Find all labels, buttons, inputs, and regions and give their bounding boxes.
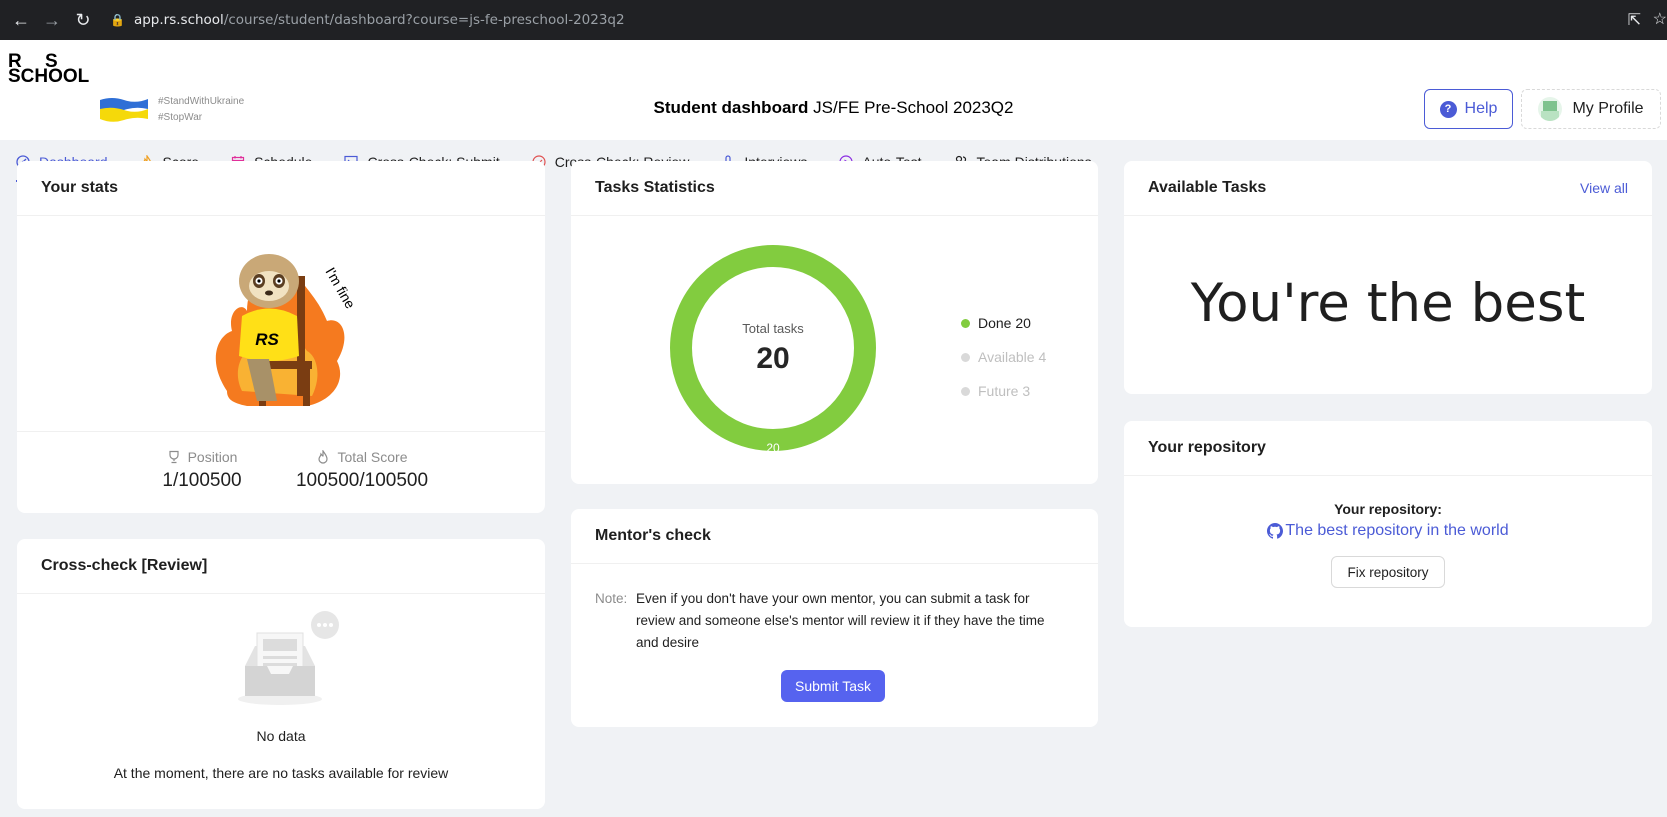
avatar: [1538, 97, 1563, 121]
card-header: Cross-check [Review]: [17, 539, 545, 594]
divider: [17, 431, 545, 432]
card-header: Available Tasks View all: [1124, 161, 1652, 216]
legend-item[interactable]: Available 4: [961, 340, 1046, 374]
total-score-stat: Total Score 100500/100500: [282, 449, 442, 492]
page-title: Student dashboard JS/FE Pre-School 2023Q…: [0, 98, 1667, 118]
legend-item[interactable]: Future 3: [961, 374, 1046, 408]
cross-check-review-card: Cross-check [Review] No data At the mome…: [17, 539, 545, 809]
available-tasks-message: You're the best: [1190, 273, 1586, 334]
fix-repository-button[interactable]: Fix repository: [1331, 556, 1445, 588]
donut-center-label: Total tasks: [742, 321, 804, 336]
legend-item[interactable]: Done 20: [961, 306, 1046, 340]
legend-label: Available 4: [978, 349, 1047, 365]
sloth-im-fine-sticker: RS I'm fine: [215, 254, 359, 406]
donut-ring-label: 20: [766, 441, 780, 455]
legend-label: Done 20: [978, 315, 1031, 331]
address-bar[interactable]: 🔒 app.rs.school/course/student/dashboard…: [110, 12, 625, 28]
card-title: Mentor's check: [595, 527, 711, 544]
tasks-statistics-card: Tasks Statistics Total tasks 20 20 Done …: [571, 161, 1098, 484]
note-label: Note:: [595, 591, 628, 606]
back-arrow-icon[interactable]: ←: [8, 7, 34, 33]
tasks-donut-chart: Total tasks 20 20: [670, 245, 876, 455]
fire-icon: [318, 450, 329, 464]
view-all-link[interactable]: View all: [1580, 180, 1628, 196]
url-host: app.rs.school: [133, 12, 224, 28]
url-path: /course/student/dashboard?course=js-fe-p…: [223, 12, 625, 28]
total-score-value: 100500/100500: [295, 470, 429, 491]
card-title: Tasks Statistics: [595, 179, 715, 196]
position-value: 1/100500: [162, 470, 242, 491]
submit-task-button[interactable]: Submit Task: [781, 670, 885, 702]
course-name: JS/FE Pre-School 2023Q2: [813, 98, 1014, 117]
your-repository-card: Your repository Your repository: The bes…: [1124, 421, 1652, 627]
sticker-shirt-text: RS: [255, 330, 279, 349]
card-title: Your stats: [41, 179, 119, 196]
tasks-legend: Done 20 Available 4 Future 3: [961, 306, 1046, 408]
note-text: Even if you don't have your own mentor, …: [636, 591, 1045, 650]
reload-icon[interactable]: ↻: [70, 7, 96, 33]
repository-label: Your repository:: [1334, 501, 1442, 517]
forward-arrow-icon[interactable]: →: [39, 7, 65, 33]
trophy-icon: [168, 450, 179, 464]
bookmark-star-icon[interactable]: ☆: [1653, 9, 1667, 29]
page-title-main: Student dashboard: [653, 98, 809, 117]
share-icon[interactable]: ⇱: [1628, 10, 1641, 30]
card-header: Tasks Statistics: [571, 161, 1098, 216]
card-title: Cross-check [Review]: [41, 557, 208, 574]
donut-center-value: 20: [756, 342, 789, 375]
card-title: Available Tasks: [1148, 179, 1267, 196]
card-title: Your repository: [1148, 439, 1266, 456]
card-header: Your stats: [17, 161, 545, 216]
sticker-caption: I'm fine: [322, 265, 358, 312]
card-header: Mentor's check: [571, 509, 1098, 564]
legend-dot: [961, 352, 970, 362]
legend-label: Future 3: [978, 383, 1031, 399]
browser-toolbar: ← → ↻ 🔒 app.rs.school/course/student/das…: [0, 0, 1667, 40]
legend-dot: [961, 318, 970, 328]
mentors-check-card: Mentor's check Note: Even if you don't h…: [571, 509, 1098, 727]
no-data-title: No data: [256, 728, 306, 744]
no-data-message: At the moment, there are no tasks availa…: [113, 765, 449, 781]
mentor-note: Note: Even if you don't have your own me…: [595, 588, 1066, 654]
your-stats-card: Your stats RS I'm fine Position 1/100500…: [17, 161, 545, 513]
rs-school-logo[interactable]: R S SCHOOL: [8, 52, 89, 86]
my-profile-button[interactable]: My Profile: [1521, 89, 1661, 129]
question-icon: ?: [1439, 100, 1457, 118]
help-button[interactable]: ? Help: [1424, 89, 1513, 129]
github-icon: [1267, 523, 1284, 539]
repository-link[interactable]: The best repository in the world: [1124, 522, 1652, 540]
position-stat: Position 1/100500: [132, 449, 272, 492]
available-tasks-card: Available Tasks View all You're the best: [1124, 161, 1652, 394]
legend-dot: [961, 386, 970, 396]
lock-icon: 🔒: [110, 13, 125, 27]
empty-inbox-icon: [238, 611, 339, 705]
card-header: Your repository: [1124, 421, 1652, 476]
app-header: R S SCHOOL #StandWithUkraine #StopWar St…: [0, 40, 1667, 182]
